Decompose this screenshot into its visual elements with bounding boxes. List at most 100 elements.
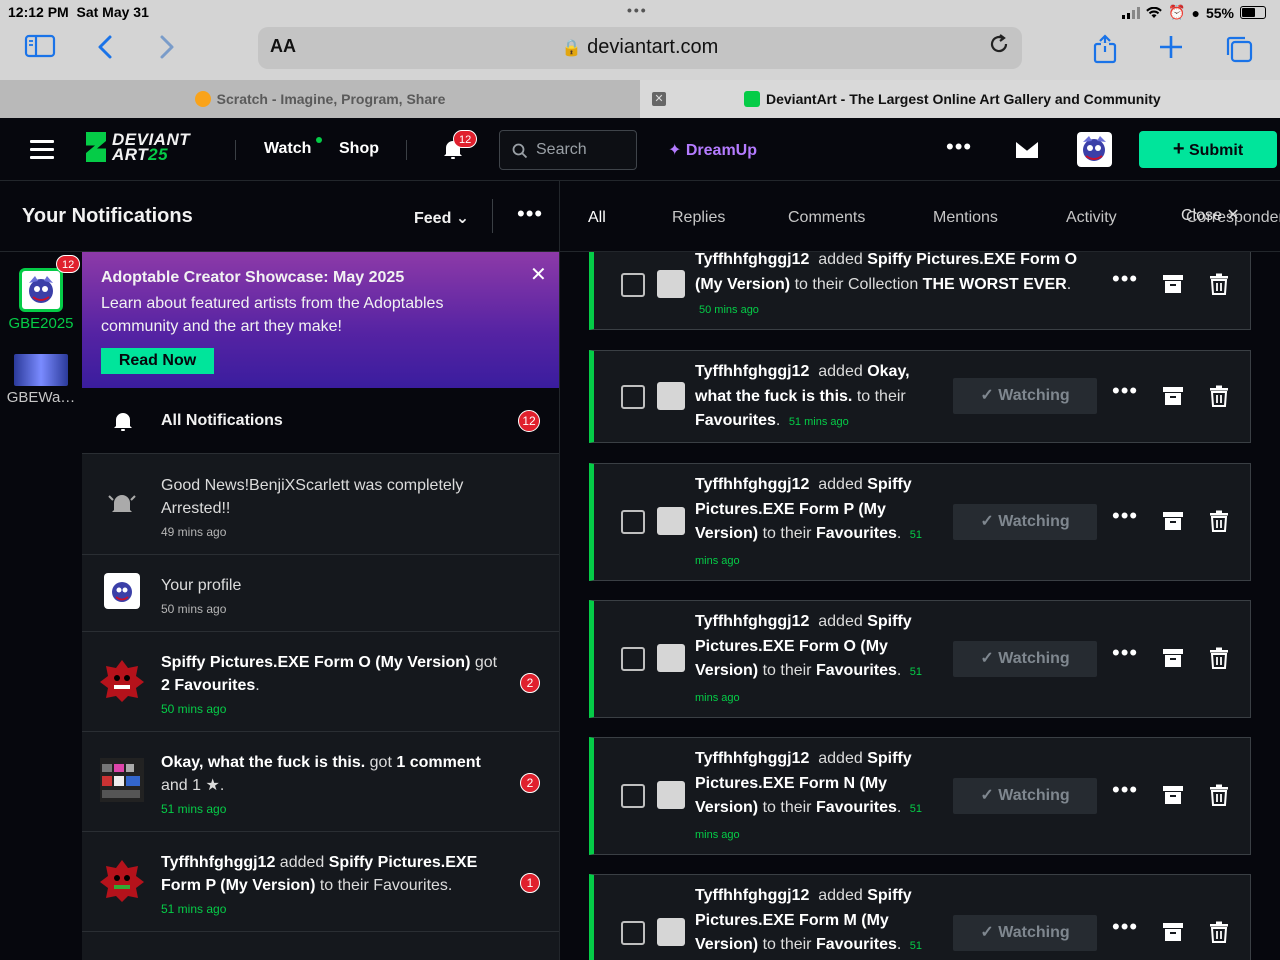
deviantart-logo[interactable]: DEVIANT ART25 [86, 131, 190, 163]
tab-mentions[interactable]: Mentions [933, 209, 998, 227]
tab-deviantart[interactable]: ✕ DeviantArt - The Largest Online Art Ga… [640, 80, 1280, 118]
timestamp: 51 mins ago [161, 802, 227, 816]
list-item[interactable]: Tyffhhfghggj12 added Spiffy Pictures.EXE… [82, 832, 559, 932]
watching-button[interactable]: ✓ Watching [953, 641, 1097, 677]
select-checkbox[interactable] [621, 647, 645, 671]
shop-link[interactable]: Shop [339, 140, 379, 158]
more-options-icon[interactable]: ••• [946, 134, 972, 160]
count-badge: 2 [520, 673, 540, 693]
rail-item-gbe2025[interactable]: 12 GBE2025 [0, 255, 82, 332]
close-icon[interactable]: ✕ [530, 262, 547, 287]
archive-icon[interactable] [1162, 273, 1184, 295]
plus-icon: + [1172, 138, 1185, 160]
select-checkbox[interactable] [621, 784, 645, 808]
card-more-icon[interactable]: ••• [1112, 503, 1138, 529]
trash-icon[interactable] [1208, 510, 1230, 532]
tab-comments[interactable]: Comments [788, 209, 865, 227]
list-item[interactable]: Good News!BenjiXScarlett was completely … [82, 454, 559, 555]
notification-count-badge: 12 [453, 130, 478, 148]
card-more-icon[interactable]: ••• [1112, 777, 1138, 803]
close-tab-icon[interactable]: ✕ [652, 92, 666, 106]
notifications-bell-icon[interactable]: 12 [442, 130, 478, 160]
new-tab-icon[interactable] [1154, 34, 1188, 64]
archive-icon[interactable] [1162, 510, 1184, 532]
activity-card[interactable]: Tyffhhfghggj12 added Spiffy Pictures.EXE… [589, 600, 1251, 718]
list-item[interactable]: Okay, what the fuck is this. got 1 comme… [82, 732, 559, 832]
archive-icon[interactable] [1162, 647, 1184, 669]
mail-icon[interactable] [1016, 142, 1038, 158]
select-checkbox[interactable] [621, 273, 645, 297]
reload-icon[interactable] [988, 33, 1010, 61]
close-icon: ✕ [1226, 207, 1240, 224]
user-avatar[interactable] [657, 644, 685, 672]
select-checkbox[interactable] [621, 921, 645, 945]
tab-overview-icon[interactable] [1222, 34, 1256, 64]
chevron-down-icon: ⌄ [455, 210, 470, 227]
archive-icon[interactable] [1162, 921, 1184, 943]
watch-new-indicator [316, 137, 322, 143]
list-item[interactable]: Spiffy Pictures.EXE Form O (My Version) … [82, 632, 559, 732]
submit-button[interactable]: + Submit [1139, 131, 1277, 168]
tab-activity[interactable]: Activity [1066, 209, 1117, 227]
notifications-list: Adoptable Creator Showcase: May 2025 Lea… [82, 252, 560, 960]
count-badge: 2 [520, 773, 540, 793]
activity-card[interactable]: Tyffhhfghggj12 added Spiffy Pictures.EXE… [589, 874, 1251, 960]
dreamup-link[interactable]: ✦ DreamUp [668, 140, 757, 160]
watching-button[interactable]: ✓ Watching [953, 504, 1097, 540]
rail-label: GBEWa… [6, 389, 76, 406]
trash-icon[interactable] [1208, 784, 1230, 806]
close-panel-button[interactable]: Close ✕ [1181, 205, 1240, 225]
back-icon[interactable] [88, 34, 122, 64]
user-avatar[interactable] [657, 507, 685, 535]
sidebar-toggle-icon[interactable] [23, 34, 57, 64]
tab-all[interactable]: All [588, 209, 606, 227]
notifications-more-icon[interactable]: ••• [517, 201, 543, 227]
multitasking-dots[interactable]: ••• [627, 2, 648, 18]
archive-icon[interactable] [1162, 385, 1184, 407]
select-checkbox[interactable] [621, 510, 645, 534]
search-box[interactable] [499, 130, 637, 170]
user-avatar[interactable] [1077, 132, 1112, 167]
watching-button[interactable]: ✓ Watching [953, 915, 1097, 951]
activity-card[interactable]: Tyffhhfghggj12 added Spiffy Pictures.EXE… [589, 252, 1251, 330]
feed-dropdown[interactable]: Feed ⌄ [414, 208, 469, 228]
scratch-favicon [194, 91, 211, 107]
user-avatar[interactable] [657, 270, 685, 298]
share-icon[interactable] [1088, 34, 1122, 64]
card-more-icon[interactable]: ••• [1112, 378, 1138, 404]
watching-button[interactable]: ✓ Watching [953, 778, 1097, 814]
activity-text: Tyffhhfghggj12 added Okay, what the fuck… [695, 363, 910, 429]
trash-icon[interactable] [1208, 647, 1230, 669]
watch-link[interactable]: Watch [264, 140, 311, 158]
user-avatar[interactable] [657, 781, 685, 809]
address-bar[interactable]: AA 🔒 deviantart.com [258, 27, 1022, 69]
card-more-icon[interactable]: ••• [1112, 266, 1138, 292]
card-more-icon[interactable]: ••• [1112, 640, 1138, 666]
trash-icon[interactable] [1208, 273, 1230, 295]
trash-icon[interactable] [1208, 385, 1230, 407]
select-checkbox[interactable] [621, 385, 645, 409]
activity-card[interactable]: Tyffhhfghggj12 added Spiffy Pictures.EXE… [589, 737, 1251, 855]
page-title: Your Notifications [22, 205, 193, 227]
user-avatar[interactable] [657, 918, 685, 946]
status-time-date: 12:12 PM Sat May 31 [8, 4, 149, 20]
tab-scratch[interactable]: Scratch - Imagine, Program, Share [0, 80, 640, 118]
user-avatar[interactable] [657, 382, 685, 410]
rail-item-gbewa[interactable]: GBEWa… [0, 354, 82, 406]
list-item[interactable]: Your profile 50 mins ago [82, 555, 559, 632]
menu-icon[interactable] [30, 140, 54, 160]
activity-text: Tyffhhfghggj12 added Spiffy Pictures.EXE… [695, 887, 923, 953]
archive-icon[interactable] [1162, 784, 1184, 806]
watching-button[interactable]: ✓ Watching [953, 378, 1097, 414]
read-now-button[interactable]: Read Now [101, 348, 214, 374]
activity-card[interactable]: Tyffhhfghggj12 added Okay, what the fuck… [589, 350, 1251, 443]
forward-icon[interactable] [150, 34, 184, 64]
search-input[interactable] [536, 131, 632, 169]
all-notifications-row[interactable]: All Notifications 12 [82, 388, 559, 454]
activity-card[interactable]: Tyffhhfghggj12 added Spiffy Pictures.EXE… [589, 463, 1251, 581]
tab-replies[interactable]: Replies [672, 209, 725, 227]
trash-icon[interactable] [1208, 921, 1230, 943]
card-more-icon[interactable]: ••• [1112, 914, 1138, 940]
timestamp: 51 mins ago [161, 902, 227, 916]
list-item[interactable] [82, 932, 559, 960]
